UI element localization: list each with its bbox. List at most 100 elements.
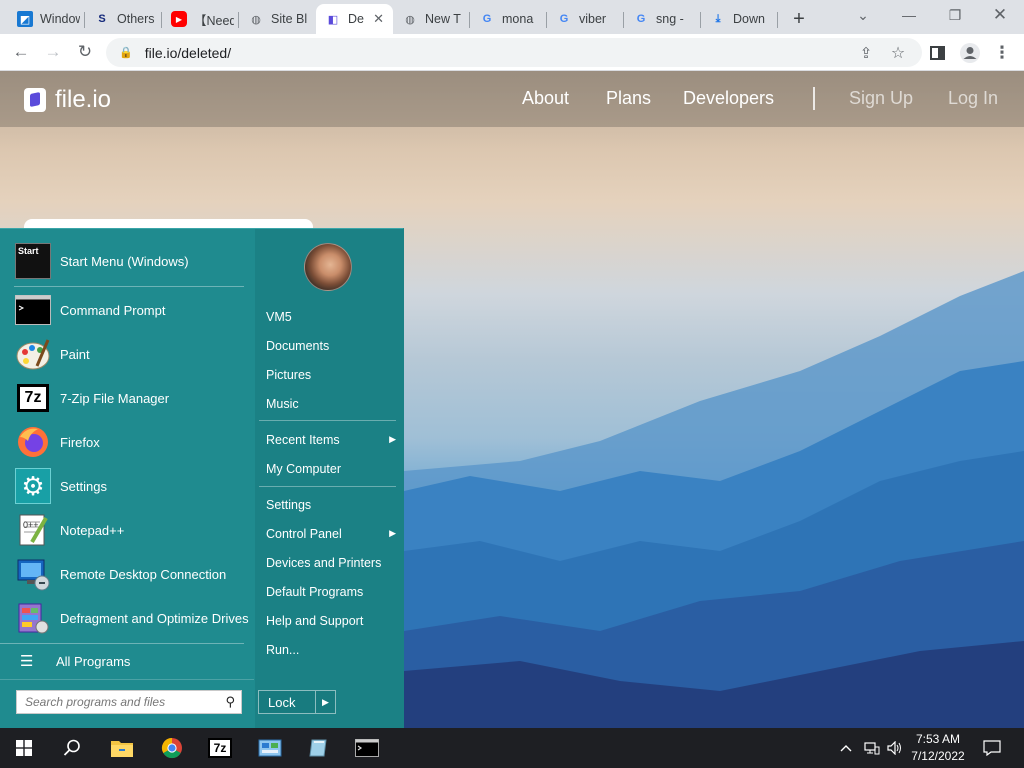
- nav-sign-up-link[interactable]: Sign Up: [849, 88, 913, 109]
- youtube-tab-icon: ▶: [171, 11, 187, 27]
- program-item[interactable]: Command Prompt: [14, 291, 250, 329]
- logo-text: file.io: [55, 86, 112, 113]
- taskbar-clock[interactable]: 7:53 AM 7/12/2022: [906, 731, 970, 765]
- google-tab-icon: G: [482, 13, 492, 25]
- program-label: Remote Desktop Connection: [60, 566, 227, 582]
- 7zip-taskbar-icon[interactable]: 7z: [196, 728, 244, 768]
- search-icon[interactable]: [48, 728, 96, 768]
- tab-title: Others: [117, 12, 155, 26]
- places-item[interactable]: Control Panel ▶: [266, 527, 396, 541]
- address-bar[interactable]: 🔒 file.io/deleted/: [106, 38, 922, 67]
- browser-tab[interactable]: Gsng -: [624, 4, 701, 34]
- places-item[interactable]: Recent Items ▶: [266, 433, 396, 447]
- reload-icon[interactable]: ↻: [69, 36, 101, 68]
- search-programs-input[interactable]: Search programs and files ⚲: [16, 690, 242, 714]
- browser-tab[interactable]: ⤓ Down: [701, 4, 778, 34]
- tab-list: ◩ Windows S Others ▶ 【Need ◍ Site Bl ◧De✕ ◍ New T G…: [8, 4, 778, 34]
- browser-tab[interactable]: ◍ New T: [393, 4, 470, 34]
- program-item[interactable]: Start Start Menu (Windows): [14, 242, 250, 280]
- places-item[interactable]: Music: [266, 397, 396, 411]
- browser-tab[interactable]: ◍ Site Bl: [239, 4, 316, 34]
- all-programs-divider: [0, 643, 244, 644]
- tab-title: New T: [425, 12, 461, 26]
- lock-button[interactable]: Lock ▶: [258, 690, 336, 714]
- forward-arrow-icon[interactable]: →: [37, 36, 69, 68]
- lock-options-arrow-icon[interactable]: ▶: [315, 691, 335, 713]
- remote-desktop-icon: [14, 555, 52, 593]
- browser-tab[interactable]: S Others: [85, 4, 162, 34]
- places-item[interactable]: VM5: [266, 310, 396, 324]
- command-prompt-taskbar-icon[interactable]: [343, 728, 391, 768]
- back-arrow-icon[interactable]: ←: [5, 36, 37, 68]
- volume-icon[interactable]: [885, 728, 905, 768]
- places-item-label: Help and Support: [266, 614, 364, 628]
- places-item-label: My Computer: [266, 462, 342, 476]
- places-item[interactable]: Documents: [266, 339, 396, 353]
- globe-tab-icon: ◍: [251, 13, 261, 26]
- programs-divider: [14, 286, 244, 287]
- restore-icon[interactable]: ❐: [940, 0, 970, 30]
- program-item[interactable]: Remote Desktop Connection: [14, 555, 250, 593]
- search-magnifier-icon[interactable]: ⚲: [225, 694, 235, 710]
- places-item[interactable]: Settings: [266, 498, 396, 512]
- firefox-icon: [14, 423, 52, 461]
- globe-tab-icon: ◍: [405, 13, 415, 26]
- chrome-icon[interactable]: [148, 728, 196, 768]
- control-panel-icon[interactable]: [246, 728, 294, 768]
- program-item[interactable]: ⚙ Settings: [14, 467, 250, 505]
- taskbar: 7z 7:53 AM 7/12/2022: [0, 728, 1024, 768]
- user-avatar[interactable]: [304, 243, 352, 291]
- browser-tab[interactable]: Gmona: [470, 4, 547, 34]
- tab-title: sng -: [656, 12, 684, 26]
- browser-tab[interactable]: ◩ Windows: [8, 4, 85, 34]
- side-panel-icon[interactable]: [921, 37, 953, 69]
- chrome-menu-icon[interactable]: ⋮: [986, 37, 1018, 69]
- minimize-icon[interactable]: —: [894, 0, 924, 30]
- places-item[interactable]: Devices and Printers: [266, 556, 396, 570]
- url-text[interactable]: file.io/deleted/: [145, 45, 231, 61]
- new-tab-button[interactable]: +: [784, 4, 814, 34]
- places-item-label: Default Programs: [266, 585, 364, 599]
- nav-log-in-link[interactable]: Log In: [948, 88, 998, 109]
- profile-avatar-icon[interactable]: [954, 37, 986, 69]
- close-tab-icon[interactable]: ✕: [373, 11, 384, 27]
- program-item[interactable]: Firefox: [14, 423, 250, 461]
- share-icon[interactable]: ⇪: [850, 37, 882, 69]
- browser-tab[interactable]: Gviber: [547, 4, 624, 34]
- places-item[interactable]: My Computer: [266, 462, 396, 476]
- fileio-logo-icon: [24, 88, 46, 112]
- fileio-logo[interactable]: file.io: [24, 86, 111, 114]
- program-item[interactable]: Defragment and Optimize Drives: [14, 599, 250, 637]
- lock-icon[interactable]: 🔒: [119, 46, 133, 59]
- places-item-label: VM5: [266, 310, 292, 324]
- unknown-app-icon[interactable]: [294, 728, 342, 768]
- places-item[interactable]: Pictures: [266, 368, 396, 382]
- network-icon[interactable]: [862, 728, 882, 768]
- submenu-arrow-icon: ▶: [389, 434, 396, 444]
- bookmark-star-icon[interactable]: ☆: [882, 37, 914, 69]
- submenu-arrow-icon: ▶: [389, 528, 396, 538]
- notifications-icon[interactable]: [980, 728, 1004, 768]
- browser-tab[interactable]: ◧ De ✕: [316, 4, 393, 34]
- nav-about-link[interactable]: About: [522, 88, 569, 109]
- places-item[interactable]: Help and Support: [266, 614, 396, 628]
- program-item[interactable]: 0++ Notepad++: [14, 511, 250, 549]
- google-tab-icon: G: [636, 13, 646, 25]
- tab-title: Down: [733, 12, 765, 26]
- windows-start-icon[interactable]: [0, 728, 48, 768]
- tab-separator: [777, 12, 778, 28]
- nav-plans-link[interactable]: Plans: [606, 88, 651, 109]
- program-item[interactable]: 7z 7-Zip File Manager: [14, 379, 250, 417]
- nav-developers-link[interactable]: Developers: [683, 88, 774, 109]
- all-programs-button[interactable]: ☰ All Programs: [20, 649, 130, 673]
- program-label: Paint: [60, 346, 90, 362]
- file-explorer-icon[interactable]: [98, 728, 146, 768]
- places-item[interactable]: Default Programs: [266, 585, 396, 599]
- browser-tab[interactable]: ▶ 【Need: [162, 4, 239, 34]
- tab-title: Site Bl: [271, 12, 308, 26]
- places-item[interactable]: Run...: [266, 643, 396, 657]
- tab-search-chevron-icon[interactable]: ⌄: [848, 0, 878, 30]
- show-hidden-icons-chevron-icon[interactable]: [838, 728, 854, 768]
- program-item[interactable]: Paint: [14, 335, 250, 373]
- close-window-icon[interactable]: ✕: [985, 0, 1015, 30]
